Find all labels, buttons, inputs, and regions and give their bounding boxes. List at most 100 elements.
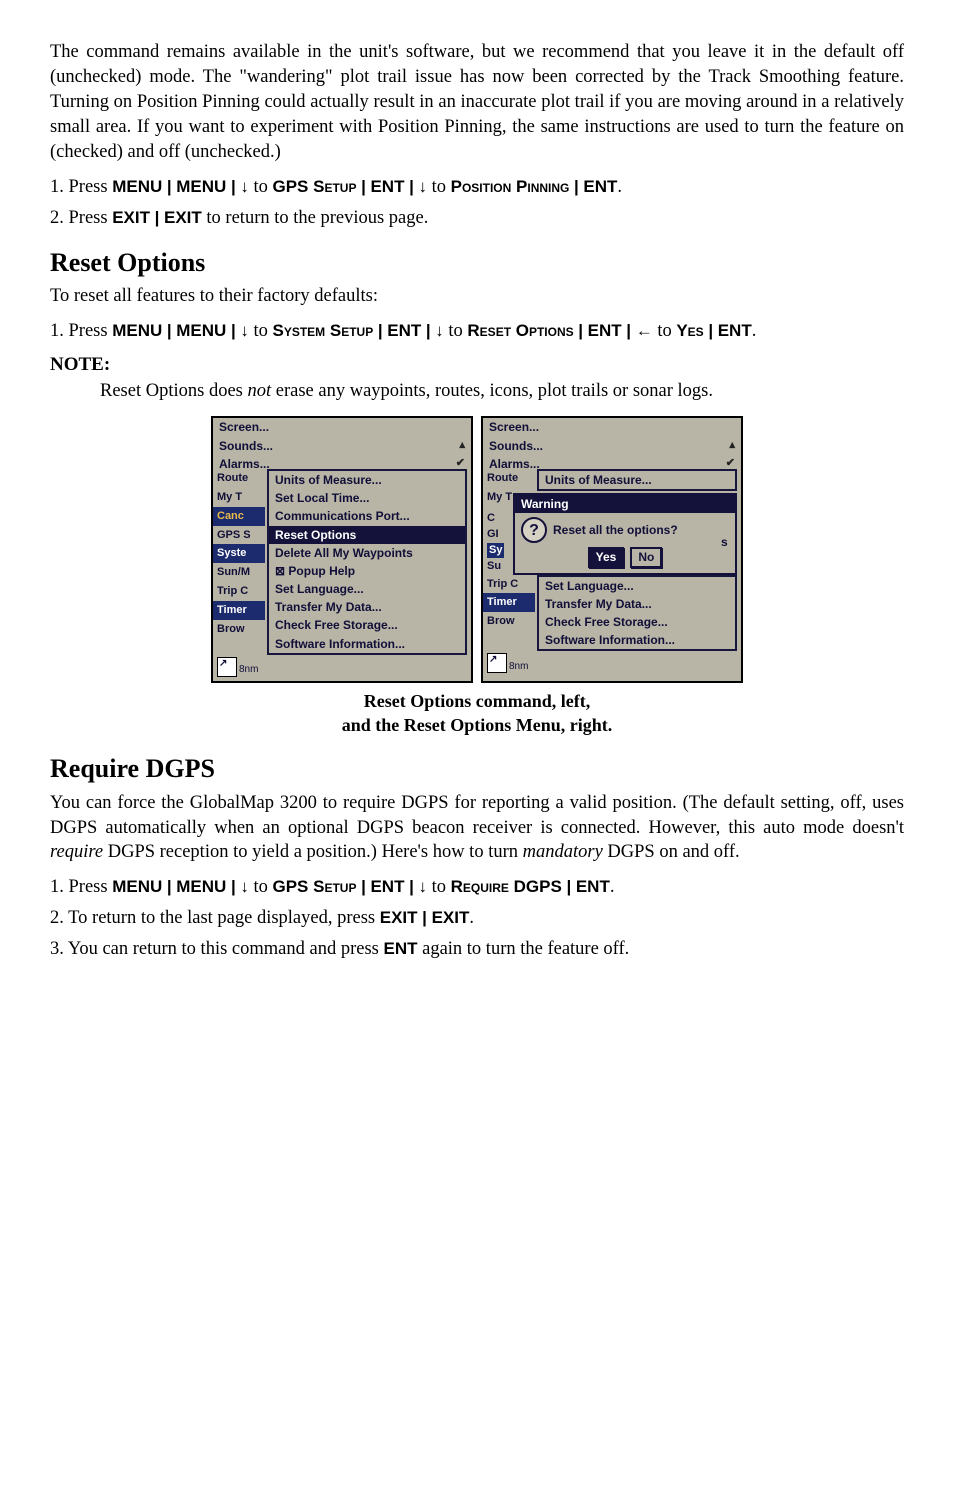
text: to [253,877,272,897]
sep: | [566,877,571,896]
text: to return to the previous page. [206,208,428,228]
sep: | [167,877,172,896]
sep: | [231,877,236,896]
kbd-ent: ENT [583,177,617,196]
pospin-step-1: 1. Press MENU | MENU | ↓ to GPS Setup | … [50,175,904,200]
text: 2. To return to the last page displayed,… [50,908,380,928]
kbd-yes: Yes [676,321,703,340]
sep: | [155,208,160,227]
side-item: Brow [483,612,535,631]
submenu-item: Set Local Time... [269,489,465,507]
side-item: Sun/M [213,563,265,582]
kbd-menu: MENU [176,321,226,340]
kbd-require-dgps: Require DGPS [451,877,562,896]
screenshot-right: Screen... Sounds...▴ Alarms...✔ Route My… [481,416,743,682]
text: DGPS reception to yield a position.) Her… [103,842,523,862]
kbd-exit: EXIT [432,908,470,927]
submenu-item: ⊠ Popup Help [269,562,465,580]
submenu: Units of Measure... Set Local Time... Co… [267,469,467,655]
note-body: Reset Options does not erase any waypoin… [100,379,894,404]
text: to [448,321,467,341]
text: Reset Options does [100,381,247,401]
sep: | [409,177,414,196]
kbd-ent: ENT [588,321,622,340]
text: to [432,177,451,197]
dgps-paragraph: You can force the GlobalMap 3200 to requ… [50,791,904,866]
warning-text: Reset all the options? [553,522,678,538]
submenu-item: Software Information... [539,631,735,649]
submenu-item: Units of Measure... [269,471,465,489]
side-item-cancel: Canc [213,507,265,526]
kbd-exit: EXIT [380,908,418,927]
kbd-ent: ENT [718,321,752,340]
sep: | [426,321,431,340]
submenu-item: Set Language... [269,580,465,598]
partial-letter: s [721,534,737,550]
emphasis-require: require [50,842,103,862]
warning-dialog: Warning ? Reset all the options? Yes No … [513,493,737,574]
kbd-ent: ENT [370,177,404,196]
compass-icon: ↗ [487,653,507,673]
text: 3. You can return to this command and pr… [50,939,383,959]
dgps-step-3: 3. You can return to this command and pr… [50,937,904,962]
pospin-step-2: 2. Press EXIT | EXIT to return to the pr… [50,206,904,231]
text: erase any waypoints, routes, icons, plot… [271,381,713,401]
sep: | [378,321,383,340]
heading-reset-options: Reset Options [50,245,904,280]
kbd-menu: MENU [176,877,226,896]
kbd-ent: ENT [576,877,610,896]
submenu-item: Transfer My Data... [269,598,465,616]
question-icon: ? [521,517,547,543]
figure-caption: Reset Options command, left, and the Res… [50,689,904,738]
submenu-item: Delete All My Waypoints [269,544,465,562]
compass-icon: ↗ [217,657,237,677]
heading-require-dgps: Require DGPS [50,751,904,786]
submenu-item: Set Language... [539,577,735,595]
text: 1. Press [50,877,112,897]
kbd-gps-setup: GPS Setup [272,177,356,196]
kbd-menu: MENU [112,177,162,196]
text: again to turn the feature off. [422,939,629,959]
text: 1. Press [50,177,112,197]
side-item: GPS S [213,526,265,545]
no-button[interactable]: No [630,547,662,567]
down-icon: ↓ [240,177,249,196]
dgps-step-2: 2. To return to the last page displayed,… [50,906,904,931]
side-item: Brow [213,620,265,639]
submenu-item: Transfer My Data... [539,595,735,613]
left-icon: ← [636,321,653,340]
sep: | [167,177,172,196]
side-item: Route [483,469,535,488]
yes-button[interactable]: Yes [588,547,625,567]
screenshot-left: Screen... Sounds...▴ Alarms...✔ Route My… [211,416,473,682]
figure-row: Screen... Sounds...▴ Alarms...✔ Route My… [50,416,904,682]
menu-item: Screen... [483,418,741,436]
text: DGPS on and off. [603,842,740,862]
kbd-ent: ENT [387,321,421,340]
sep: | [231,321,236,340]
submenu-item: Software Information... [269,635,465,653]
side-item: Trip C [213,582,265,601]
side-item: Timer [213,601,265,620]
down-icon: ↓ [435,321,444,340]
submenu-item: Communications Port... [269,507,465,525]
range-label: 8nm [509,660,528,674]
up-arrow-icon: ▴ [729,438,735,453]
note-heading: NOTE: [50,352,904,378]
sep: | [361,877,366,896]
side-item: Trip C [483,575,535,594]
kbd-exit: EXIT [112,208,150,227]
period: . [752,321,757,341]
up-arrow-icon: ▴ [459,438,465,453]
side-item: Route [213,469,265,488]
text: to [253,177,272,197]
kbd-ent: ENT [383,939,417,958]
kbd-exit: EXIT [164,208,202,227]
menu-item: Sounds...▴ [483,437,741,455]
map-footer: ↗ 8nm [213,655,471,681]
emphasis-not: not [247,381,271,401]
menu-item: Screen... [213,418,471,436]
side-item: Syste [213,544,265,563]
text: You can force the GlobalMap 3200 to requ… [50,793,904,838]
submenu-item: Check Free Storage... [539,613,735,631]
